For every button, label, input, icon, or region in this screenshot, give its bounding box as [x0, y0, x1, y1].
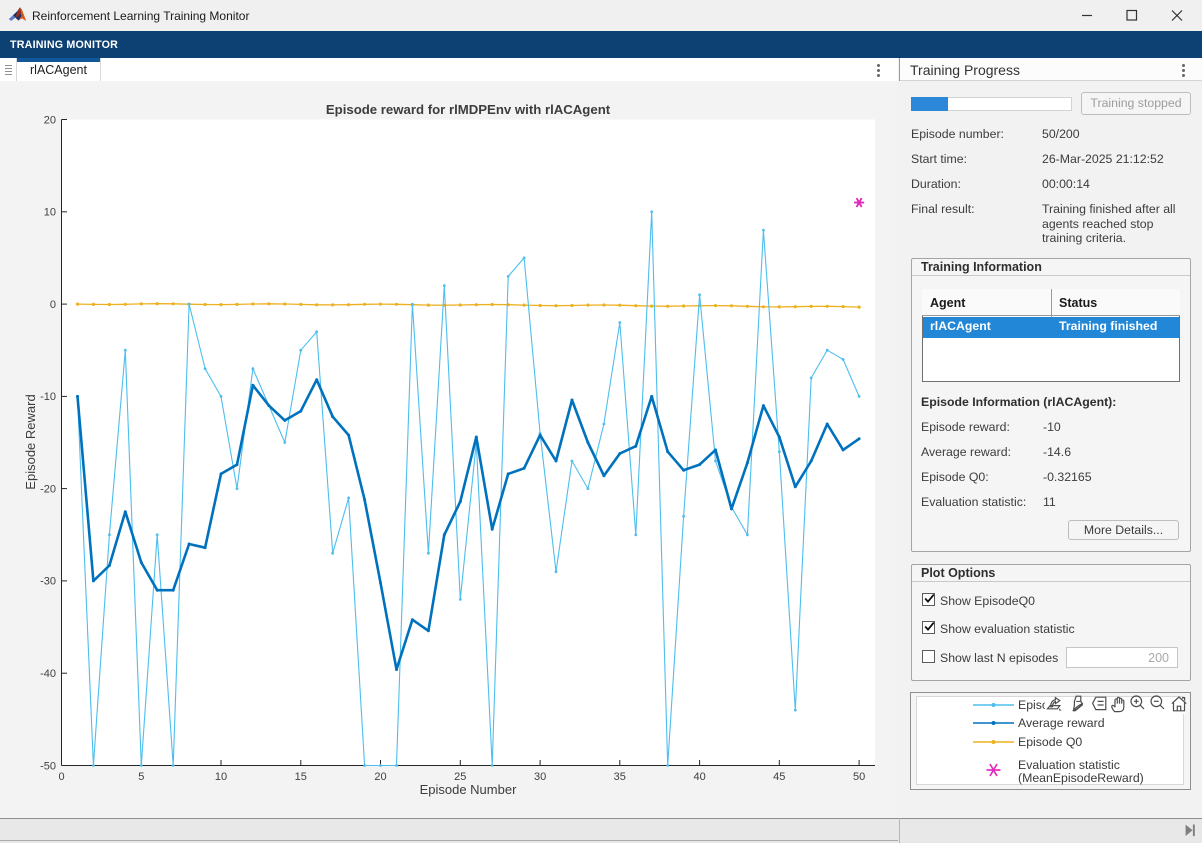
svg-text:35: 35: [614, 771, 626, 783]
svg-text:25: 25: [454, 771, 466, 783]
svg-text:Average reward: Average reward: [1018, 716, 1105, 730]
svg-text:Evaluation statistic: Evaluation statistic: [1018, 758, 1120, 772]
svg-text:-10: -10: [40, 391, 56, 403]
svg-text:0: 0: [50, 299, 56, 311]
svg-text:Episode Q0: Episode Q0: [1018, 735, 1082, 749]
svg-text:5: 5: [138, 771, 144, 783]
svg-text:-40: -40: [40, 668, 56, 680]
svg-text:20: 20: [44, 114, 56, 126]
svg-text:30: 30: [534, 771, 546, 783]
svg-text:0: 0: [58, 771, 64, 783]
svg-text:-30: -30: [40, 576, 56, 588]
svg-text:15: 15: [295, 771, 307, 783]
svg-text:Episode reward for rlMDPEnv wi: Episode reward for rlMDPEnv with rlACAge…: [326, 102, 611, 117]
svg-text:50: 50: [853, 771, 865, 783]
svg-text:(MeanEpisodeReward): (MeanEpisodeReward): [1018, 771, 1144, 785]
svg-text:10: 10: [215, 771, 227, 783]
svg-text:10: 10: [44, 207, 56, 219]
svg-text:Episode Reward: Episode Reward: [23, 394, 38, 489]
svg-text:-20: -20: [40, 483, 56, 495]
svg-text:40: 40: [693, 771, 705, 783]
svg-text:Episode Number: Episode Number: [420, 782, 517, 797]
svg-text:20: 20: [374, 771, 386, 783]
svg-text:45: 45: [773, 771, 785, 783]
svg-text:-50: -50: [40, 760, 56, 772]
